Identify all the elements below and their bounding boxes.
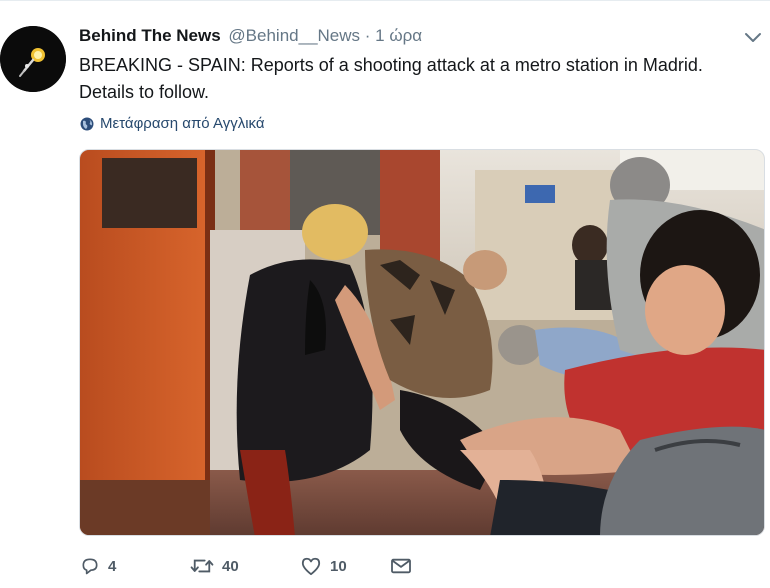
like-button[interactable]: 10 [300, 556, 390, 576]
reply-icon [82, 558, 98, 575]
tweet-card[interactable]: Behind The News @Behind__News · 1 ώρα BR… [0, 0, 770, 588]
reply-button[interactable]: 4 [80, 556, 190, 576]
tweet-actions: 4 40 10 [80, 556, 412, 576]
lightbulb-icon [0, 26, 66, 92]
tweet-header: Behind The News @Behind__News · 1 ώρα [79, 25, 422, 47]
globe-icon [80, 117, 94, 131]
tweet-photo[interactable] [79, 149, 765, 536]
author-handle[interactable]: @Behind__News [228, 26, 360, 45]
chevron-down-icon[interactable] [744, 31, 762, 45]
like-count: 10 [330, 557, 347, 575]
envelope-icon [391, 558, 411, 574]
direct-message-button[interactable] [390, 557, 412, 575]
avatar[interactable] [0, 26, 66, 92]
tweet-text: BREAKING - SPAIN: Reports of a shooting … [79, 55, 703, 102]
metro-photo [80, 150, 764, 535]
heart-icon [301, 557, 321, 576]
timestamp[interactable]: 1 ώρα [375, 26, 422, 45]
retweet-icon [190, 559, 214, 573]
retweet-count: 40 [222, 557, 239, 575]
translate-label: Μετάφραση από Αγγλικά [100, 115, 265, 132]
retweet-button[interactable]: 40 [190, 556, 300, 576]
separator: · [364, 26, 371, 45]
author-name[interactable]: Behind The News [79, 26, 221, 45]
translate-link[interactable]: Μετάφραση από Αγγλικά [80, 115, 265, 133]
reply-count: 4 [108, 557, 117, 575]
